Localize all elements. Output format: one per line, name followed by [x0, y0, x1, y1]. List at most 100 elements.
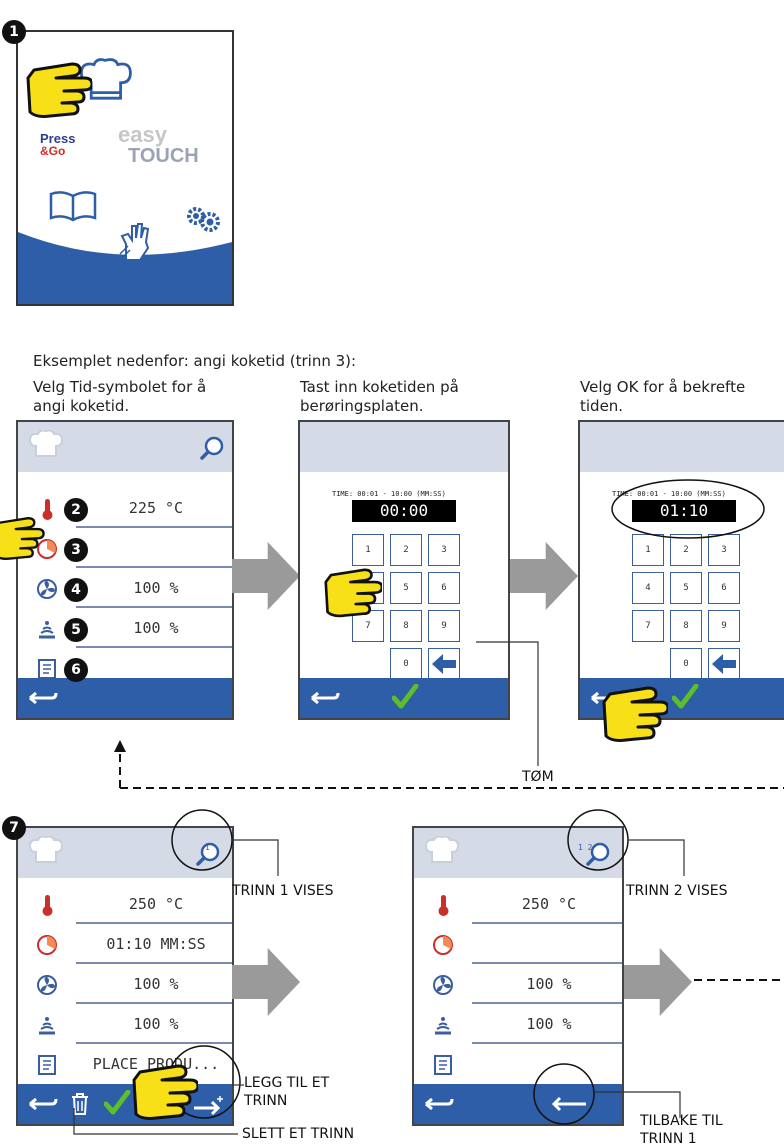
- fan-icon: [37, 975, 57, 995]
- chef-hat-icon[interactable]: [28, 836, 64, 864]
- add-step-callout-line2: TRINN: [244, 1093, 288, 1109]
- temperature-row[interactable]: 250 °C: [414, 886, 622, 924]
- fan-value: 100 %: [526, 975, 572, 993]
- time-row[interactable]: [414, 926, 622, 964]
- caption-confirm-ok: Velg OK for å bekrefte tiden.: [580, 378, 746, 415]
- return-path-dashed: [114, 740, 784, 789]
- chef-hat-icon[interactable]: [424, 836, 460, 864]
- delete-step-callout: SLETT ET TRINN: [242, 1126, 355, 1142]
- display-highlight-ellipse: [611, 479, 765, 539]
- temperature-row[interactable]: 250 °C: [18, 886, 232, 924]
- back-to-step1-callout: TILBAKE TIL TRINN 1: [640, 1112, 780, 1145]
- clear-key[interactable]: [428, 648, 460, 680]
- fan-row[interactable]: 100 %: [18, 966, 232, 1004]
- add-step-callout: LEGG TIL ET TRINN: [244, 1074, 329, 1110]
- key-3[interactable]: 3: [428, 534, 460, 566]
- time-value: 01:10 MM:SS: [106, 935, 206, 953]
- timer-icon: [37, 935, 57, 955]
- add-step-callout-line1: LEGG TIL ET: [244, 1075, 330, 1091]
- settings-screen: 225 °C 100 % 100 % 2 3 4 5 6: [16, 420, 234, 720]
- back-arrow-icon[interactable]: [26, 1094, 60, 1114]
- back-arrow-icon[interactable]: [308, 688, 342, 708]
- key-5[interactable]: 5: [670, 572, 702, 604]
- thermometer-icon: [42, 895, 53, 916]
- temperature-row[interactable]: 225 °C: [18, 490, 232, 528]
- steam-row[interactable]: 100 %: [414, 1006, 622, 1044]
- key-9[interactable]: 9: [708, 610, 740, 642]
- ok-check-icon[interactable]: [672, 684, 700, 712]
- fan-row[interactable]: 100 %: [414, 966, 622, 1004]
- fan-value: 100 %: [133, 579, 179, 597]
- ok-check-icon[interactable]: [392, 684, 420, 712]
- keypad-confirm-screen: TIME: 00:01 - 10:00 (MM:SS) 01:10 1 2 3 …: [578, 420, 784, 720]
- cleaning-hand-icon[interactable]: [118, 220, 154, 264]
- temperature-value: 225 °C: [128, 499, 184, 517]
- intro-text: Eksemplet nedenfor: angi koketid (trinn …: [33, 352, 357, 370]
- clear-arrow-icon: [432, 654, 456, 674]
- zoom-icon[interactable]: [200, 436, 226, 462]
- time-row[interactable]: [18, 530, 232, 568]
- flow-arrow-icon: [232, 542, 300, 610]
- chef-hat-icon[interactable]: [28, 430, 64, 458]
- time-row[interactable]: 01:10 MM:SS: [18, 926, 232, 964]
- previous-step-highlight-circle: [533, 1063, 595, 1125]
- steam-icon: [433, 1015, 453, 1035]
- keypad-header-bar: [580, 422, 784, 472]
- back-arrow-icon[interactable]: [422, 1094, 456, 1114]
- flow-arrow-icon: [510, 542, 578, 610]
- notes-icon: [38, 1055, 56, 1075]
- key-2[interactable]: 2: [390, 534, 422, 566]
- key-8[interactable]: 8: [670, 610, 702, 642]
- key-6[interactable]: 6: [428, 572, 460, 604]
- steam-icon: [37, 619, 57, 639]
- back-arrow-icon[interactable]: [26, 688, 60, 708]
- steam-icon: [37, 1015, 57, 1035]
- fan-row[interactable]: 100 %: [18, 570, 232, 608]
- settings-gears-icon[interactable]: [186, 204, 222, 234]
- step-badge-7: 7: [2, 816, 26, 840]
- step-badge-2: 2: [64, 498, 88, 522]
- timer-icon: [433, 935, 453, 955]
- trinn1-leader-line: [232, 839, 279, 876]
- press-go-line2: &Go: [40, 144, 66, 158]
- time-range-label: TIME: 00:01 - 10:00 (MM:SS): [332, 490, 446, 498]
- settings-footer: [18, 678, 232, 718]
- step-badge-6: 6: [64, 658, 88, 682]
- steam-value: 100 %: [526, 1015, 572, 1033]
- fan-value: 100 %: [133, 975, 179, 993]
- easy-touch-logo[interactable]: easy TOUCH: [118, 122, 218, 167]
- pointing-hand-icon: [602, 686, 668, 742]
- steam-value: 100 %: [133, 1015, 179, 1033]
- pointing-hand-icon: [0, 517, 45, 560]
- key-8[interactable]: 8: [390, 610, 422, 642]
- key-6[interactable]: 6: [708, 572, 740, 604]
- back-to-step1-line2: TRINN 1: [640, 1131, 697, 1145]
- key-0[interactable]: 0: [390, 648, 422, 680]
- trinn2-callout: TRINN 2 VISES: [626, 883, 728, 899]
- temperature-value: 250 °C: [128, 895, 184, 913]
- steam-row[interactable]: 100 %: [18, 1006, 232, 1044]
- key-9[interactable]: 9: [428, 610, 460, 642]
- key-5[interactable]: 5: [390, 572, 422, 604]
- continue-dashed-line: [694, 979, 784, 981]
- time-display: 00:00: [352, 500, 456, 522]
- clear-key[interactable]: [708, 648, 740, 680]
- caption-enter-time: Tast inn koketiden på berøringsplaten.: [300, 378, 459, 415]
- trinn1-callout: TRINN 1 VISES: [232, 883, 334, 899]
- press-go-logo[interactable]: Press &Go: [40, 132, 100, 158]
- keypad-header-bar: [300, 422, 508, 472]
- notes-icon: [434, 1055, 452, 1075]
- touch-text: TOUCH: [128, 145, 199, 167]
- caption-select-time: Velg Tid-symbolet for å angi koketid.: [33, 378, 207, 415]
- fan-icon: [37, 579, 57, 599]
- key-0[interactable]: 0: [670, 648, 702, 680]
- steam-row[interactable]: 100 %: [18, 610, 232, 648]
- notes-icon: [38, 659, 56, 679]
- key-7[interactable]: 7: [632, 610, 664, 642]
- back-to-step1-line1: TILBAKE TIL: [640, 1113, 723, 1129]
- key-4[interactable]: 4: [632, 572, 664, 604]
- trinn2-leader-line: [628, 839, 685, 876]
- easy-text: easy: [118, 122, 167, 147]
- book-icon[interactable]: [48, 190, 98, 222]
- pointing-hand-icon: [26, 62, 92, 118]
